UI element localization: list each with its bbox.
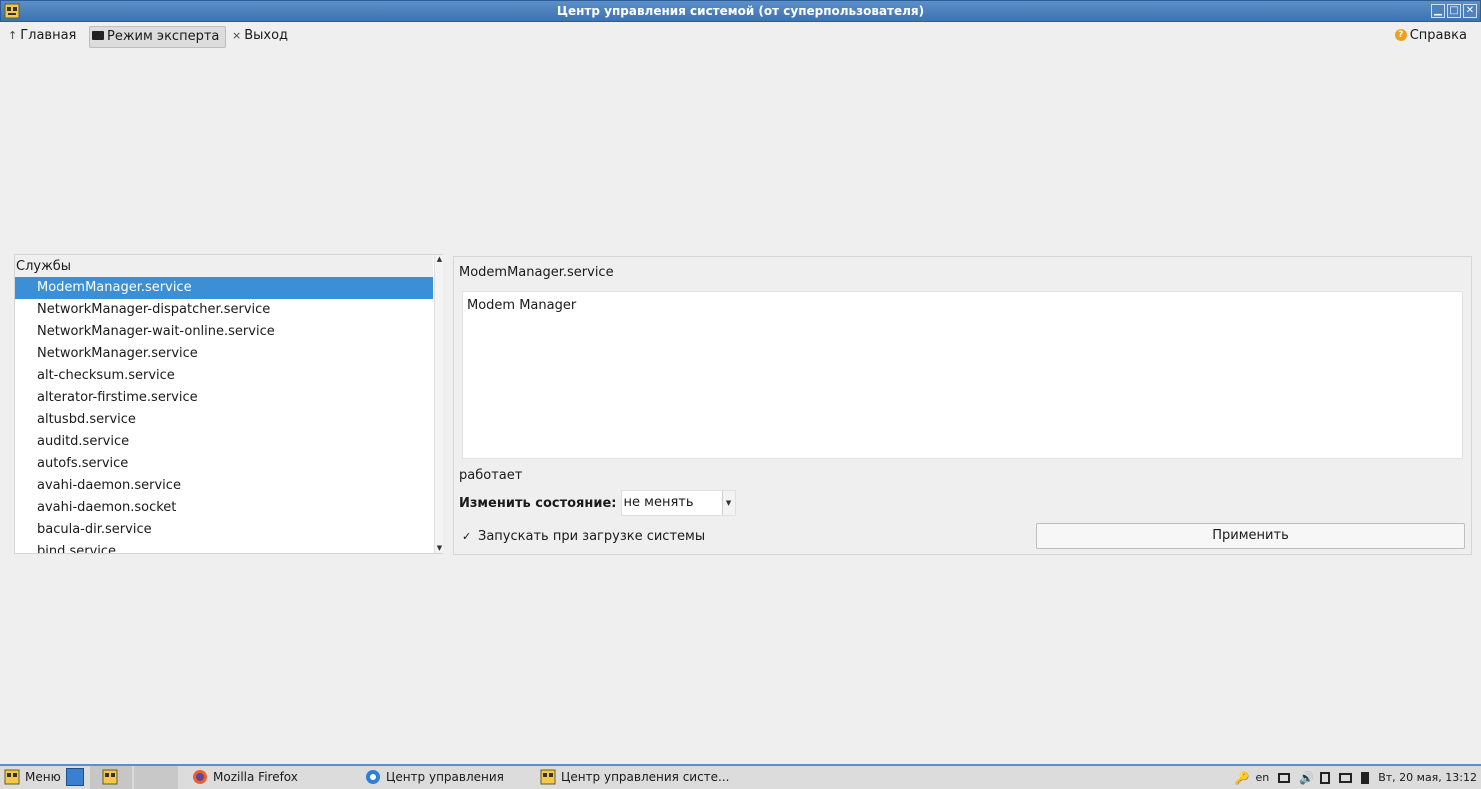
help-icon: ? — [1394, 28, 1407, 41]
desktop-icon — [66, 767, 84, 786]
maximize-icon[interactable]: □ — [1447, 4, 1461, 18]
help-button[interactable]: ? Справка — [1394, 26, 1467, 48]
services-scrollbar[interactable]: ▲ ▼ — [434, 255, 443, 553]
autostart-checkbox[interactable]: ✓ — [462, 531, 473, 542]
task-alterator-label: Центр управления систе... — [561, 770, 730, 784]
window-titlebar[interactable]: Центр управления системой (от суперпольз… — [0, 0, 1481, 22]
chevron-down-icon[interactable]: ▼ — [721, 491, 735, 515]
start-menu-button[interactable]: Меню — [4, 766, 61, 789]
service-detail-panel: ModemManager.service Modem Manager работ… — [453, 256, 1472, 555]
autostart-label: Запускать при загрузке системы — [478, 529, 706, 544]
minimize-icon[interactable]: ▁ — [1431, 4, 1445, 18]
task-firefox-label: Mozilla Firefox — [213, 770, 298, 784]
change-state-label: Изменить состояние: — [459, 495, 617, 511]
clipboard-icon[interactable] — [1320, 771, 1331, 784]
close-icon[interactable]: ✕ — [1463, 4, 1477, 18]
quicklaunch-alterator[interactable] — [90, 766, 132, 789]
task-alterator[interactable]: Центр управления систе... — [540, 766, 730, 789]
menu-label: Меню — [25, 770, 61, 784]
list-item[interactable]: NetworkManager-wait-online.service — [15, 321, 433, 343]
scroll-thumb[interactable] — [436, 266, 442, 542]
autostart-checkbox-row[interactable]: ✓ Запускать при загрузке системы — [462, 529, 705, 544]
network-icon[interactable] — [1278, 772, 1291, 783]
expert-mode-button[interactable]: Режим эксперта — [89, 26, 226, 48]
change-state-select[interactable]: не менять ▼ — [620, 490, 736, 516]
task-control-center[interactable]: Центр управления — [365, 766, 504, 789]
taskbar: Меню Mozilla Firefox Центр управления Це… — [0, 764, 1481, 789]
menu-icon — [4, 769, 20, 784]
battery-icon[interactable] — [1361, 771, 1370, 784]
alterator-task-icon — [540, 769, 556, 784]
exit-button[interactable]: × Выход — [232, 26, 288, 48]
scroll-up-icon[interactable]: ▲ — [435, 255, 444, 264]
screen-icon[interactable] — [1339, 772, 1353, 783]
volume-icon[interactable]: 🔊 — [1299, 772, 1314, 784]
list-item[interactable]: alterator-firstime.service — [15, 387, 433, 409]
services-list-header: Службы — [15, 255, 433, 277]
task-control-center-label: Центр управления — [386, 770, 504, 784]
service-status: работает — [459, 468, 523, 483]
key-icon[interactable]: 🔑 — [1234, 772, 1249, 784]
clock[interactable]: Вт, 20 мая, 13:12 — [1378, 766, 1477, 789]
list-item[interactable]: bind.service — [15, 541, 433, 553]
task-firefox[interactable]: Mozilla Firefox — [192, 766, 298, 789]
list-item[interactable]: autofs.service — [15, 453, 433, 475]
expert-mode-label: Режим эксперта — [107, 29, 220, 44]
monitor-icon — [92, 31, 104, 40]
list-item[interactable]: avahi-daemon.socket — [15, 497, 433, 519]
change-state-value: не менять — [623, 495, 694, 510]
exit-label: Выход — [244, 28, 289, 43]
system-tray: 🔑 en 🔊 Вт, 20 мая, 13:12 — [1234, 766, 1477, 789]
list-item[interactable]: NetworkManager-dispatcher.service — [15, 299, 433, 321]
list-item[interactable]: alt-checksum.service — [15, 365, 433, 387]
up-arrow-icon: ↑ — [8, 29, 18, 42]
help-label: Справка — [1409, 28, 1467, 43]
list-item[interactable]: NetworkManager.service — [15, 343, 433, 365]
scroll-down-icon[interactable]: ▼ — [435, 544, 444, 553]
service-description: Modem Manager — [462, 291, 1463, 459]
service-name: ModemManager.service — [459, 265, 614, 280]
home-label: Главная — [20, 28, 77, 43]
change-state-row: Изменить состояние: не менять ▼ — [459, 490, 736, 516]
list-item[interactable]: avahi-daemon.service — [15, 475, 433, 497]
list-item[interactable]: altusbd.service — [15, 409, 433, 431]
apply-button[interactable]: Применить — [1036, 523, 1465, 549]
services-list-body[interactable]: ModemManager.service NetworkManager-dispa… — [15, 277, 433, 553]
keyboard-layout[interactable]: en — [1255, 766, 1269, 789]
list-item[interactable]: bacula-dir.service — [15, 519, 433, 541]
list-item[interactable]: auditd.service — [15, 431, 433, 453]
services-list[interactable]: Службы ModemManager.service NetworkManage… — [14, 254, 443, 554]
show-desktop-button[interactable] — [66, 766, 86, 789]
toolbar: ↑ Главная Режим эксперта × Выход ? Справка — [0, 22, 1481, 50]
alterator-icon — [102, 769, 118, 784]
list-item[interactable]: ModemManager.service — [15, 277, 433, 299]
home-button[interactable]: ↑ Главная — [8, 26, 76, 48]
firefox-icon — [193, 769, 207, 784]
window-title: Центр управления системой (от суперпольз… — [556, 4, 925, 18]
quicklaunch-empty[interactable] — [134, 766, 178, 789]
exit-x-icon: × — [232, 29, 242, 42]
control-center-icon — [366, 769, 380, 784]
